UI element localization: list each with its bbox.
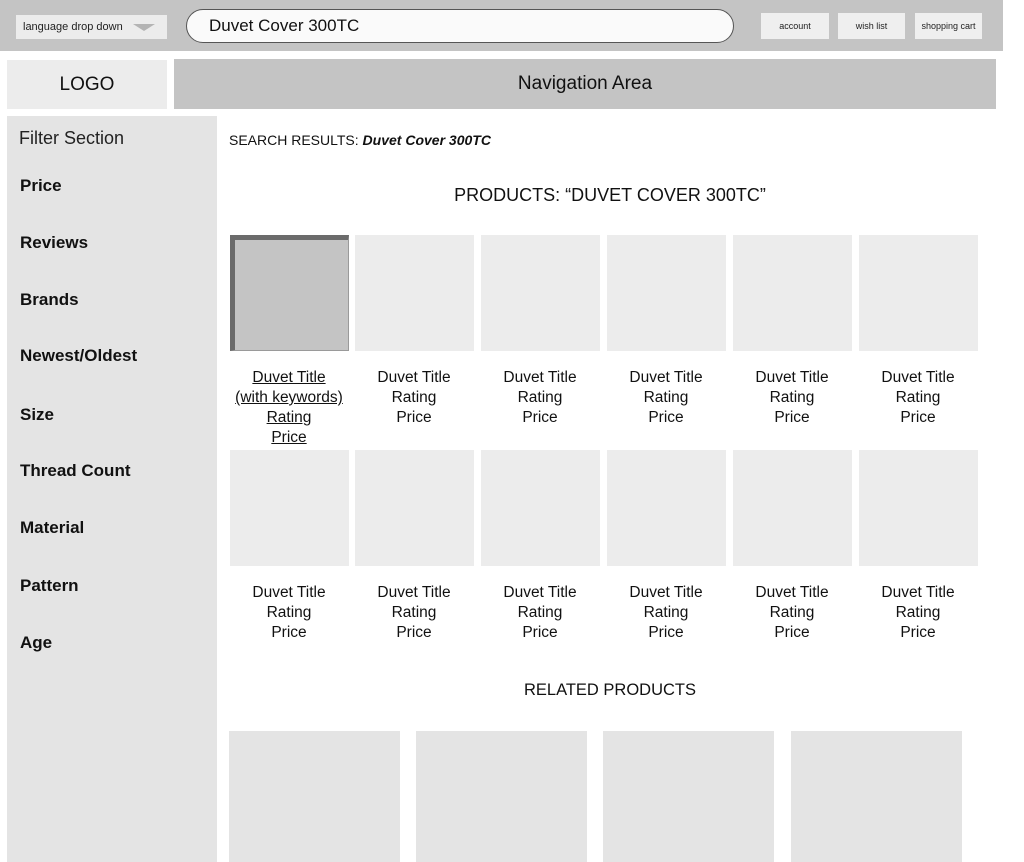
related-product-card[interactable] — [791, 731, 962, 862]
account-button[interactable]: account — [761, 13, 829, 39]
product-image[interactable] — [607, 235, 726, 351]
product-title[interactable]: Duvet Title — [219, 583, 359, 603]
product-caption[interactable]: Duvet Title Rating Price — [596, 583, 736, 643]
product-rating: Rating — [391, 604, 437, 621]
product-image[interactable] — [481, 235, 600, 351]
filter-size[interactable]: Size — [20, 405, 54, 425]
product-rating: Rating — [517, 389, 563, 406]
product-title[interactable]: Duvet Title — [219, 368, 359, 388]
product-title[interactable]: Duvet Title — [596, 368, 736, 388]
product-price: Price — [396, 624, 432, 641]
search-input[interactable] — [186, 9, 734, 43]
product-title[interactable]: Duvet Title — [848, 583, 988, 603]
product-subtitle[interactable]: (with keywords) — [219, 388, 359, 408]
logo[interactable]: LOGO — [7, 60, 167, 109]
shopping-cart-button[interactable]: shopping cart — [915, 13, 982, 39]
search-results-prefix: SEARCH RESULTS: — [229, 132, 363, 148]
wish-list-button[interactable]: wish list — [838, 13, 905, 39]
caret-down-icon — [133, 24, 155, 31]
product-rating: Rating — [643, 389, 689, 406]
product-image[interactable] — [733, 235, 852, 351]
language-dropdown-label: language drop down — [23, 21, 123, 33]
product-caption[interactable]: Duvet Title Rating Price — [722, 583, 862, 643]
filter-age[interactable]: Age — [20, 633, 52, 653]
product-title[interactable]: Duvet Title — [344, 368, 484, 388]
product-image[interactable] — [230, 235, 349, 351]
product-price: Price — [271, 429, 307, 446]
product-caption[interactable]: Duvet Title Rating Price — [344, 583, 484, 643]
product-image[interactable] — [481, 450, 600, 566]
product-price: Price — [271, 624, 307, 641]
filter-pattern[interactable]: Pattern — [20, 576, 79, 596]
search-results-query: Duvet Cover 300TC — [362, 132, 491, 148]
product-caption[interactable]: Duvet Title Rating Price — [470, 583, 610, 643]
product-rating: Rating — [769, 389, 815, 406]
product-image[interactable] — [355, 235, 474, 351]
navigation-area[interactable]: Navigation Area — [174, 59, 996, 109]
products-heading: PRODUCTS: “DUVET COVER 300TC” — [454, 185, 766, 205]
product-rating: Rating — [517, 604, 563, 621]
product-title[interactable]: Duvet Title — [722, 368, 862, 388]
language-dropdown[interactable]: language drop down — [16, 15, 167, 39]
product-caption[interactable]: Duvet Title (with keywords) Rating Price — [219, 368, 359, 448]
product-caption[interactable]: Duvet Title Rating Price — [722, 368, 862, 428]
product-caption[interactable]: Duvet Title Rating Price — [470, 368, 610, 428]
filter-brands[interactable]: Brands — [20, 290, 79, 310]
product-image[interactable] — [355, 450, 474, 566]
filter-thread-count[interactable]: Thread Count — [20, 461, 131, 481]
search-results-label: SEARCH RESULTS: Duvet Cover 300TC — [229, 132, 491, 148]
product-title[interactable]: Duvet Title — [722, 583, 862, 603]
product-caption[interactable]: Duvet Title Rating Price — [219, 583, 359, 643]
product-rating: Rating — [266, 409, 312, 426]
product-title[interactable]: Duvet Title — [848, 368, 988, 388]
product-rating: Rating — [643, 604, 689, 621]
product-price: Price — [522, 624, 558, 641]
product-caption[interactable]: Duvet Title Rating Price — [596, 368, 736, 428]
filter-sidebar — [7, 116, 217, 862]
product-price: Price — [900, 624, 936, 641]
product-price: Price — [396, 409, 432, 426]
product-title[interactable]: Duvet Title — [596, 583, 736, 603]
product-price: Price — [648, 624, 684, 641]
product-caption[interactable]: Duvet Title Rating Price — [848, 583, 988, 643]
product-image[interactable] — [859, 235, 978, 351]
related-product-card[interactable] — [229, 731, 400, 862]
product-price: Price — [648, 409, 684, 426]
product-rating: Rating — [266, 604, 312, 621]
product-rating: Rating — [769, 604, 815, 621]
related-product-card[interactable] — [416, 731, 587, 862]
product-image[interactable] — [859, 450, 978, 566]
product-title[interactable]: Duvet Title — [470, 583, 610, 603]
product-caption[interactable]: Duvet Title Rating Price — [344, 368, 484, 428]
product-rating: Rating — [391, 389, 437, 406]
product-image[interactable] — [607, 450, 726, 566]
filter-newest-oldest[interactable]: Newest/Oldest — [20, 346, 137, 366]
product-title[interactable]: Duvet Title — [344, 583, 484, 603]
related-product-card[interactable] — [603, 731, 774, 862]
filter-section-title: Filter Section — [19, 128, 125, 148]
product-price: Price — [522, 409, 558, 426]
product-image[interactable] — [733, 450, 852, 566]
product-caption[interactable]: Duvet Title Rating Price — [848, 368, 988, 428]
product-price: Price — [774, 409, 810, 426]
product-title[interactable]: Duvet Title — [470, 368, 610, 388]
product-image[interactable] — [230, 450, 349, 566]
product-rating: Rating — [895, 604, 941, 621]
product-price: Price — [900, 409, 936, 426]
filter-material[interactable]: Material — [20, 518, 84, 538]
product-rating: Rating — [895, 389, 941, 406]
filter-price[interactable]: Price — [20, 176, 62, 196]
related-products-heading: RELATED PRODUCTS — [523, 681, 697, 699]
product-price: Price — [774, 624, 810, 641]
filter-reviews[interactable]: Reviews — [20, 233, 88, 253]
